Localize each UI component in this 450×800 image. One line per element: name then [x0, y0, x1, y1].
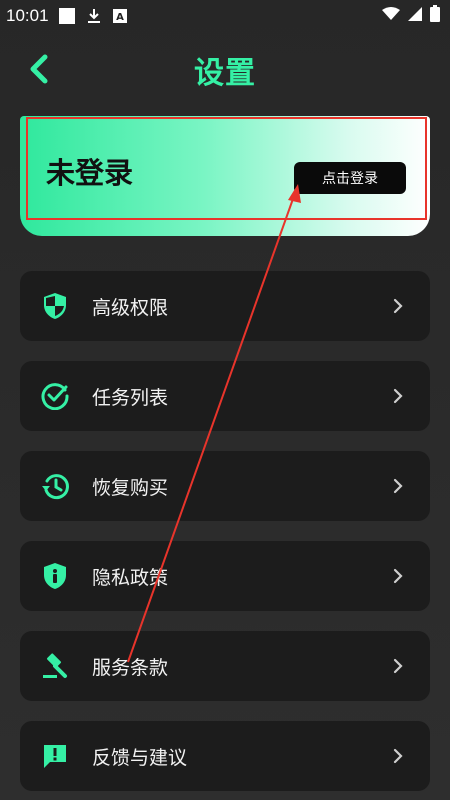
a-notification-icon: A	[112, 9, 127, 23]
login-status: 未登录	[46, 156, 134, 190]
shield-icon	[40, 291, 70, 321]
chevron-right-icon	[393, 748, 403, 764]
signal-icon	[408, 6, 422, 26]
download-icon	[87, 8, 101, 24]
info-shield-icon	[40, 561, 70, 591]
menu-item-label: 高级权限	[92, 296, 169, 319]
menu-item-task-list[interactable]: 任务列表	[20, 361, 430, 431]
chevron-right-icon	[393, 388, 403, 404]
menu-item-label: 恢复购买	[92, 476, 169, 499]
feedback-icon	[40, 741, 70, 771]
status-time: 10:01	[6, 6, 49, 25]
battery-icon	[430, 5, 440, 27]
wifi-icon	[382, 6, 400, 26]
login-button[interactable]: 点击登录	[294, 162, 406, 194]
menu-item-label: 隐私政策	[92, 566, 169, 589]
settings-menu: 高级权限 任务列表 恢复购买 隐私政策 服务条款 反馈与建议	[20, 271, 430, 800]
settings-screen: 10:01 A 设置 未登录 点击登录 高级权限 任务列表 恢复购买 隐私政策 …	[0, 0, 450, 800]
check-circle-icon	[40, 381, 70, 411]
menu-item-terms-of-service[interactable]: 服务条款	[20, 631, 430, 701]
chevron-right-icon	[393, 478, 403, 494]
menu-item-label: 服务条款	[92, 656, 169, 679]
gavel-icon	[40, 651, 70, 681]
header: 设置	[0, 40, 450, 96]
menu-item-feedback[interactable]: 反馈与建议	[20, 721, 430, 791]
menu-item-privacy-policy[interactable]: 隐私政策	[20, 541, 430, 611]
menu-item-label: 任务列表	[92, 386, 169, 409]
svg-text:A: A	[116, 12, 124, 23]
page-title: 设置	[194, 56, 256, 91]
chevron-right-icon	[393, 658, 403, 674]
history-icon	[40, 471, 70, 501]
menu-item-restore-purchase[interactable]: 恢复购买	[20, 451, 430, 521]
square-notification-icon	[58, 8, 75, 24]
chevron-right-icon	[393, 568, 403, 584]
menu-item-label: 反馈与建议	[92, 746, 188, 769]
login-card: 未登录 点击登录	[20, 116, 430, 236]
status-bar: 10:01 A	[0, 0, 450, 32]
chevron-right-icon	[393, 298, 403, 314]
menu-item-advanced-permissions[interactable]: 高级权限	[20, 271, 430, 341]
